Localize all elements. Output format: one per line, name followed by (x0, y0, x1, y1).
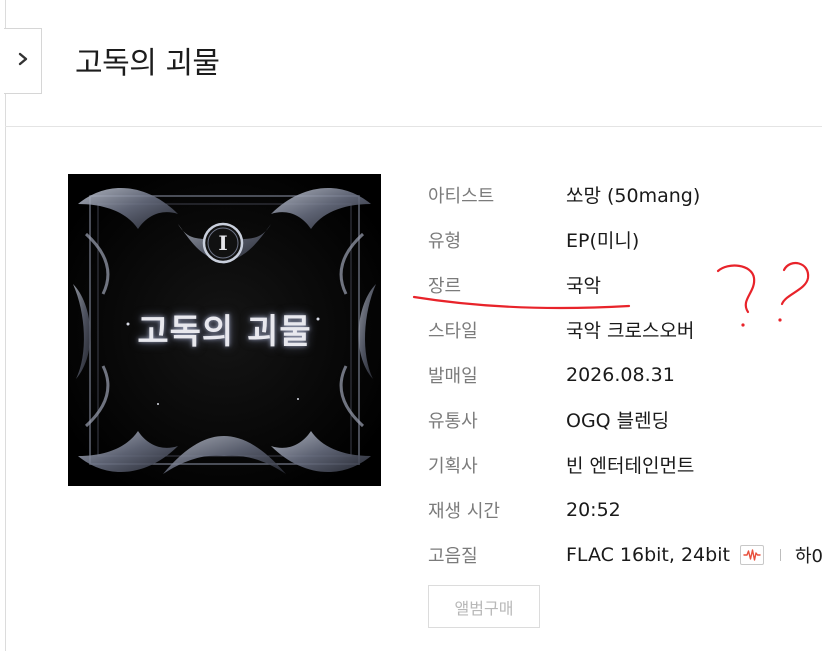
info-label: 장르 (428, 275, 462, 297)
info-row-distributor: 유통사 OGQ 블렌딩 (428, 397, 822, 442)
info-label: 유통사 (428, 410, 478, 432)
sidebar-toggle-button[interactable] (4, 28, 42, 94)
info-row-hq: 고음질 FLAC 16bit, 24bit 하0 (428, 532, 822, 577)
info-row-genre: 장르 국악 (428, 262, 822, 307)
left-border (5, 0, 6, 651)
info-value: 국악 크로스오버 (566, 320, 695, 342)
page-title: 고독의 괴물 (75, 46, 220, 81)
artist-link[interactable]: 쏘망 (50mang) (566, 181, 700, 208)
album-detail-page: 고독의 괴물 I 고독의 괴물 아티스트 쏘망 (50mang) 유형 EP(미… (0, 0, 822, 651)
info-value: 2026.08.31 (566, 363, 675, 386)
buy-album-button[interactable]: 앨범구매 (428, 585, 540, 628)
waveform-icon[interactable] (739, 544, 764, 565)
info-label: 스타일 (428, 320, 478, 342)
info-label: 고음질 (428, 545, 478, 567)
info-value: 국악 (566, 275, 601, 297)
info-label: 유형 (428, 230, 462, 252)
info-row-release-date: 발매일 2026.08.31 (428, 352, 822, 397)
cover-title-text: 고독의 괴물 (137, 312, 312, 352)
hq-format-text: FLAC 16bit, 24bit (566, 543, 730, 566)
info-label: 발매일 (428, 365, 478, 387)
info-label: 아티스트 (428, 185, 495, 207)
album-info-table: 아티스트 쏘망 (50mang) 유형 EP(미니) 장르 국악 스타일 국악 … (428, 172, 822, 577)
info-label: 기획사 (428, 455, 478, 477)
info-row-type: 유형 EP(미니) (428, 217, 822, 262)
info-value: EP(미니) (566, 230, 640, 252)
info-label: 재생 시간 (428, 500, 500, 522)
cover-roman-numeral: I (218, 231, 228, 255)
info-value-hq: FLAC 16bit, 24bit 하0 (566, 542, 822, 568)
separator (779, 548, 781, 561)
info-row-style: 스타일 국악 크로스오버 (428, 307, 822, 352)
info-value: 20:52 (566, 498, 621, 521)
info-row-duration: 재생 시간 20:52 (428, 487, 822, 532)
info-row-agency: 기획사 빈 엔터테인먼트 (428, 442, 822, 487)
chevron-right-icon (16, 51, 30, 71)
header-divider (5, 126, 822, 127)
album-cover: I 고독의 괴물 (68, 174, 381, 486)
info-row-artist: 아티스트 쏘망 (50mang) (428, 172, 822, 217)
info-value: OGQ 블렌딩 (566, 410, 670, 432)
hq-extra-text: 하0 (794, 545, 822, 567)
info-value: 빈 엔터테인먼트 (566, 455, 695, 477)
